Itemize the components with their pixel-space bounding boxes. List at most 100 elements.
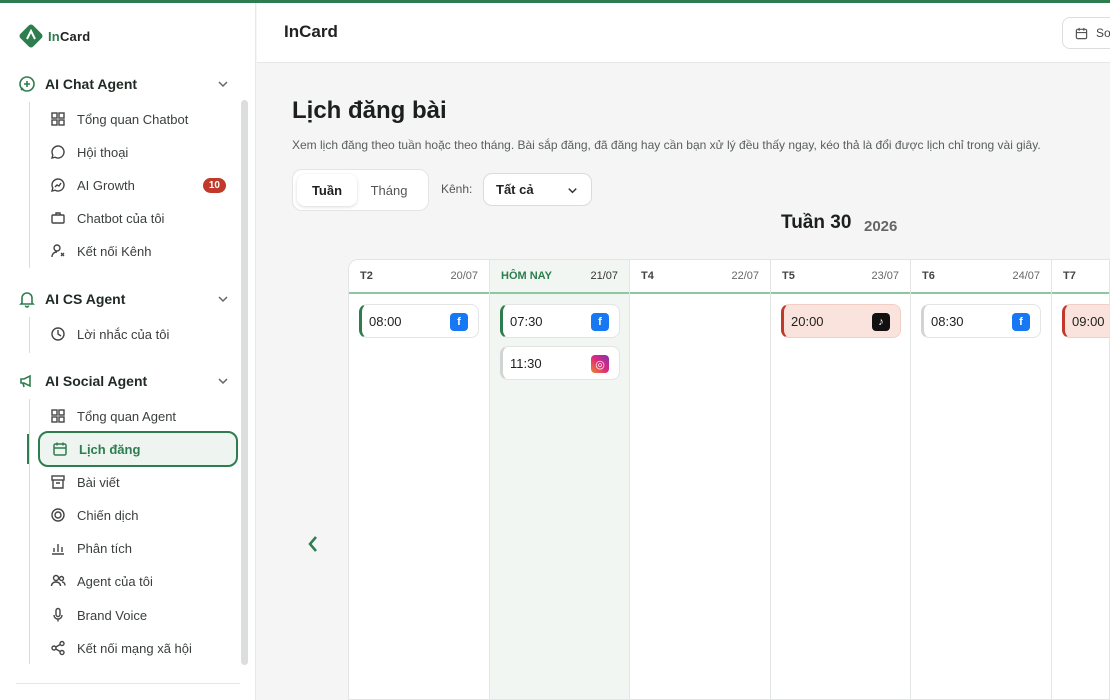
grid-icon bbox=[50, 111, 66, 127]
logo-wordmark: InCard bbox=[48, 28, 91, 44]
mic-icon bbox=[50, 607, 66, 623]
sidebar-item-ai-growth[interactable]: AI Growth 10 bbox=[40, 170, 236, 200]
post-card[interactable]: 08:00 f bbox=[359, 304, 479, 338]
day-header: T5 23/07 bbox=[771, 260, 910, 294]
facebook-icon: f bbox=[450, 313, 468, 331]
nav-group-ai-cs-agent[interactable]: AI CS Agent bbox=[18, 288, 230, 310]
nav-group-ai-social-agent[interactable]: AI Social Agent bbox=[18, 370, 230, 392]
sidebar-item-hoi-thoai[interactable]: Hội thoại bbox=[40, 137, 236, 167]
sidebar-nav: AI Chat Agent Tổng quan Chatbot Hội thoạ… bbox=[0, 66, 255, 686]
post-card[interactable]: 09:00 bbox=[1062, 304, 1109, 338]
bell-icon bbox=[18, 290, 36, 308]
sidebar-item-label: Kết nối mạng xã hội bbox=[77, 640, 192, 656]
group-tree-line bbox=[29, 317, 30, 353]
sidebar-item-label: Chiến dịch bbox=[77, 507, 139, 523]
sidebar-item-bai-viet[interactable]: Bài viết bbox=[40, 467, 236, 497]
day-header: HÔM NAY 21/07 bbox=[490, 260, 629, 294]
chevron-down-icon bbox=[218, 81, 228, 88]
sidebar-item-ket-noi-mang-xa-hoi[interactable]: Kết nối mạng xã hội bbox=[40, 633, 236, 663]
clock-icon bbox=[50, 326, 66, 342]
sidebar-item-tong-quan-agent[interactable]: Tổng quan Agent bbox=[40, 401, 236, 431]
post-card[interactable]: 20:00 ♪ bbox=[781, 304, 901, 338]
channel-filter-value: Tất cả bbox=[496, 182, 534, 197]
group-tree-line bbox=[29, 102, 30, 268]
sidebar-item-phan-tich[interactable]: Phân tích bbox=[40, 533, 236, 563]
instagram-icon: ◎ bbox=[591, 355, 609, 373]
header-title: InCard bbox=[284, 22, 338, 41]
nav-group-title: AI CS Agent bbox=[45, 291, 126, 307]
page-title: Lịch đăng bài bbox=[292, 97, 447, 124]
channel-filter-select[interactable]: Tất cả bbox=[483, 173, 592, 206]
sidebar-item-label: Chatbot của tôi bbox=[77, 210, 165, 226]
nav-group-title: AI Social Agent bbox=[45, 373, 148, 389]
tab-tuan[interactable]: Tuần bbox=[297, 174, 357, 206]
sidebar-item-label: Phân tích bbox=[77, 540, 132, 556]
post-time: 11:30 bbox=[510, 355, 542, 371]
header-button-label: So bbox=[1096, 26, 1110, 40]
incard-logo-icon bbox=[19, 24, 43, 48]
day-header: T7 bbox=[1052, 260, 1109, 294]
day-header: T6 24/07 bbox=[911, 260, 1051, 294]
sidebar-item-brand-voice[interactable]: Brand Voice bbox=[40, 600, 236, 630]
message-icon bbox=[50, 144, 66, 160]
sidebar-item-chien-dich[interactable]: Chiến dịch bbox=[40, 500, 236, 530]
day-column-today: HÔM NAY 21/07 07:30 f 11:30 ◎ bbox=[490, 260, 630, 699]
day-date: 23/07 bbox=[871, 270, 899, 282]
facebook-icon: f bbox=[591, 313, 609, 331]
day-column-t6: T6 24/07 08:30 f bbox=[911, 260, 1052, 699]
day-column-t2: T2 20/07 08:00 f bbox=[349, 260, 490, 699]
count-badge: 10 bbox=[202, 178, 226, 193]
chevron-down-icon bbox=[218, 296, 228, 303]
sidebar: InCard AI Chat Agent Tổng quan Chatbot H… bbox=[0, 0, 256, 700]
app-logo[interactable]: InCard bbox=[18, 22, 90, 50]
sidebar-item-label: Agent của tôi bbox=[77, 573, 153, 589]
nav-group-ai-chat-agent[interactable]: AI Chat Agent bbox=[18, 73, 230, 95]
sidebar-item-agent-cua-toi[interactable]: Agent của tôi bbox=[40, 566, 236, 596]
post-time: 08:30 bbox=[931, 313, 964, 329]
sidebar-item-label: Brand Voice bbox=[77, 607, 148, 623]
post-card[interactable]: 07:30 f bbox=[500, 304, 620, 338]
day-name: T2 bbox=[360, 270, 373, 282]
tiktok-icon: ♪ bbox=[872, 313, 890, 331]
day-column-t4: T4 22/07 bbox=[630, 260, 771, 699]
calendar-icon bbox=[1075, 27, 1088, 39]
sidebar-item-label: Lịch đăng bbox=[79, 441, 141, 457]
sidebar-item-tong-quan-chatbot[interactable]: Tổng quan Chatbot bbox=[40, 104, 236, 134]
day-name: HÔM NAY bbox=[501, 270, 552, 282]
share-icon bbox=[50, 640, 66, 656]
sidebar-scrollbar[interactable] bbox=[241, 100, 248, 665]
page-description: Xem lịch đăng theo tuần hoặc theo tháng.… bbox=[292, 138, 1041, 152]
sidebar-item-label: Tổng quan Chatbot bbox=[77, 111, 189, 127]
active-indicator bbox=[27, 434, 29, 464]
bar-chart-icon bbox=[50, 540, 66, 556]
trend-message-icon bbox=[50, 177, 66, 193]
briefcase-icon bbox=[50, 210, 66, 226]
day-name: T7 bbox=[1063, 270, 1076, 282]
sidebar-item-ket-noi-kenh[interactable]: Kết nối Kênh bbox=[40, 236, 236, 266]
day-name: T5 bbox=[782, 270, 795, 282]
users-icon bbox=[50, 573, 66, 589]
post-card[interactable]: 11:30 ◎ bbox=[500, 346, 620, 380]
view-toggle: Tuần Tháng bbox=[292, 169, 429, 211]
sidebar-item-lich-dang[interactable]: Lịch đăng bbox=[38, 431, 238, 467]
day-date: 22/07 bbox=[731, 270, 759, 282]
tab-thang[interactable]: Tháng bbox=[359, 174, 419, 206]
day-name: T4 bbox=[641, 270, 654, 282]
day-name: T6 bbox=[922, 270, 935, 282]
day-date: 21/07 bbox=[590, 270, 618, 282]
sidebar-item-loi-nhac-cua-toi[interactable]: Lời nhắc của tôi bbox=[40, 319, 236, 349]
top-header: InCard So bbox=[257, 3, 1110, 63]
post-time: 07:30 bbox=[510, 313, 543, 329]
week-title: Tuần 30 bbox=[781, 212, 852, 233]
channel-filter-label: Kênh: bbox=[441, 182, 473, 196]
day-column-t7: T7 09:00 bbox=[1052, 260, 1109, 699]
grid-icon bbox=[50, 408, 66, 424]
facebook-icon: f bbox=[1012, 313, 1030, 331]
header-date-button[interactable]: So bbox=[1062, 17, 1110, 49]
sidebar-item-label: AI Growth bbox=[77, 177, 135, 193]
post-card[interactable]: 08:30 f bbox=[921, 304, 1041, 338]
prev-week-chevron-left-icon[interactable] bbox=[304, 532, 322, 556]
chevron-down-icon bbox=[218, 378, 228, 385]
sidebar-item-chatbot-cua-toi[interactable]: Chatbot của tôi bbox=[40, 203, 236, 233]
day-header: T2 20/07 bbox=[349, 260, 489, 294]
